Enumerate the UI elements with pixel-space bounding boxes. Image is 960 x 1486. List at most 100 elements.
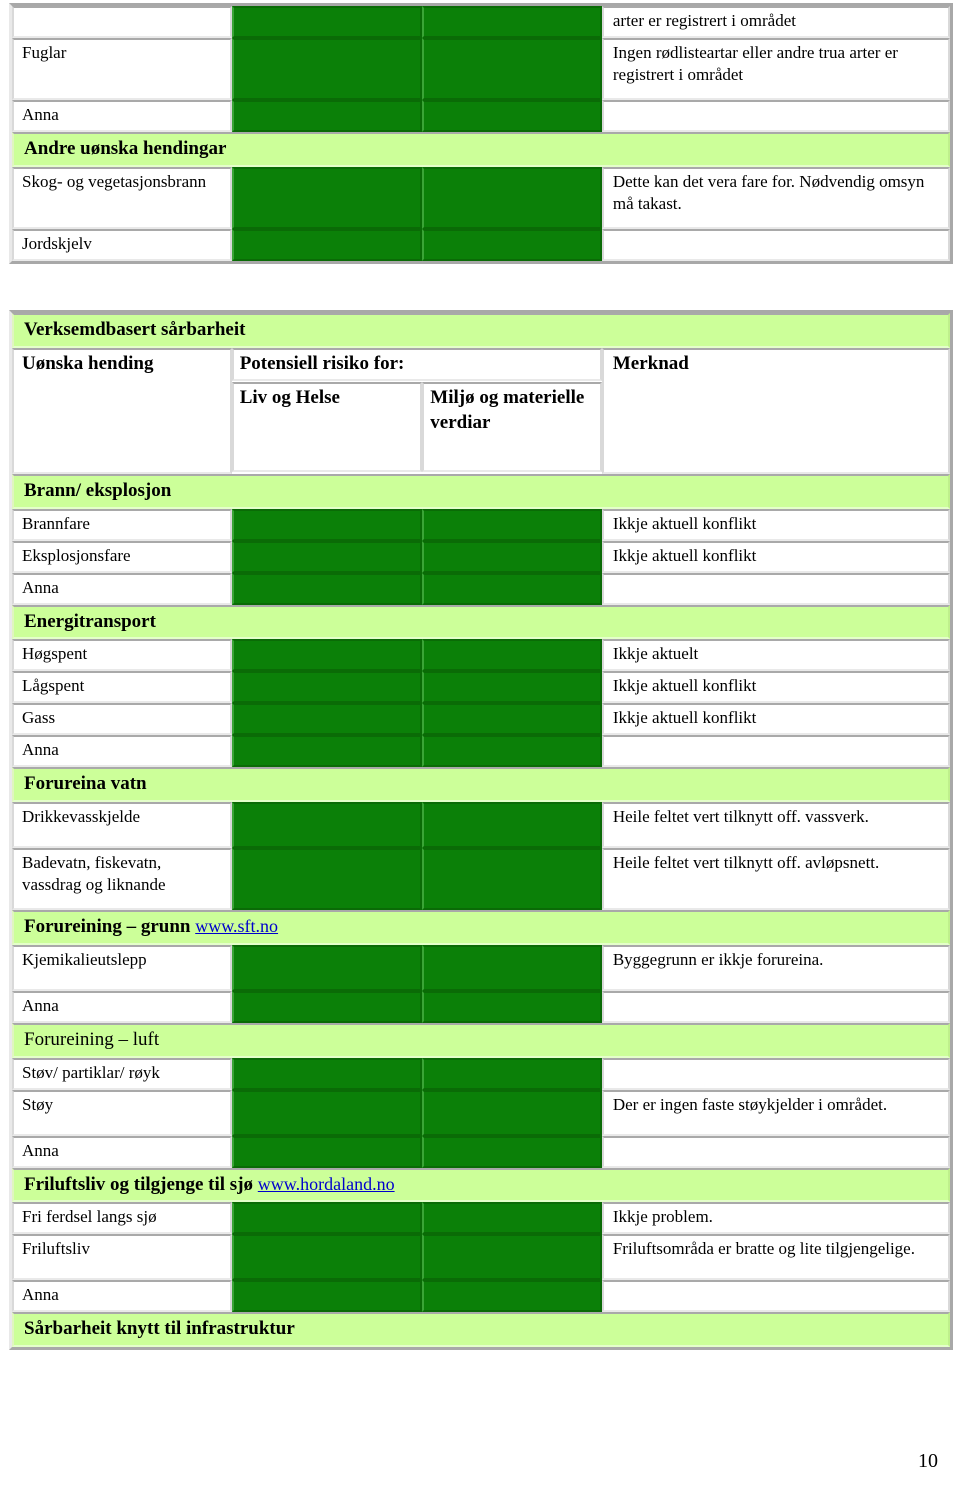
risk-marker-liv-og-helse: [231, 1089, 423, 1136]
merknad-text: Ingen rødlisteartar eller andre trua art…: [601, 38, 950, 100]
section-banner-row: Andre uønska hendingar: [12, 132, 950, 167]
risk-marker-miljo-materielle: [422, 572, 602, 605]
merknad-text: [601, 228, 950, 261]
merknad-text: Der er ingen faste støykjelder i området…: [601, 1089, 950, 1136]
risk-marker-liv-og-helse: [231, 703, 423, 736]
section-banner-row: Forureina vatn: [12, 767, 950, 802]
hending-label: Høgspent: [12, 639, 232, 672]
hending-label: Brannfare: [12, 508, 232, 541]
section-banner-label: Forureining – grunn: [24, 916, 191, 937]
risk-marker-liv-og-helse: [231, 6, 423, 38]
hending-label: Støv/ partiklar/ røyk: [12, 1057, 232, 1090]
table-row: Badevatn, fiskevatn, vassdrag og liknand…: [12, 848, 950, 910]
risk-marker-liv-og-helse: [231, 639, 423, 672]
external-link[interactable]: www.sft.no: [195, 916, 278, 936]
table-title-row: Verksemdbasert sårbarheit: [12, 313, 950, 348]
section-banner: Sårbarheit knytt til infrastruktur: [12, 1312, 950, 1347]
section-banner: Energitransport: [12, 604, 950, 640]
risk-marker-liv-og-helse: [231, 1202, 423, 1235]
section-banner-row: Friluftsliv og tilgjenge til sjø www.hor…: [12, 1167, 950, 1203]
merknad-text: Ikkje aktuelt: [601, 639, 950, 672]
risk-marker-miljo-materielle: [422, 1057, 602, 1090]
section-banner: Forureining – luft: [12, 1022, 950, 1058]
section-banner: Friluftsliv og tilgjenge til sjø www.hor…: [12, 1167, 950, 1203]
risk-marker-liv-og-helse: [231, 572, 423, 605]
section-banner-label: Energitransport: [24, 610, 156, 632]
section-banner: Forureina vatn: [12, 767, 950, 802]
merknad-text: [601, 990, 950, 1023]
hending-label: Jordskjelv: [12, 228, 232, 261]
table-row: Anna: [12, 990, 950, 1023]
col-header-uonska-hending: Uønska hending: [12, 347, 232, 474]
merknad-text: [601, 1135, 950, 1168]
table-row: Anna: [12, 735, 950, 768]
section-banner: Forureining – grunn www.sft.no: [12, 910, 950, 945]
risk-marker-miljo-materielle: [422, 228, 602, 261]
risk-marker-miljo-materielle: [422, 1135, 602, 1168]
risk-marker-liv-og-helse: [231, 508, 423, 541]
table-row: Drikkevasskjelde Heile feltet vert tilkny…: [12, 802, 950, 848]
section-banner: Andre uønska hendingar: [12, 132, 950, 167]
table-row: Anna: [12, 100, 950, 132]
hending-label: Friluftsliv: [12, 1234, 232, 1281]
risk-marker-miljo-materielle: [422, 38, 602, 100]
merknad-text: Heile feltet vert tilknytt off. vassverk…: [601, 802, 950, 848]
merknad-text: Byggegrunn er ikkje forureina.: [601, 944, 950, 991]
risk-marker-liv-og-helse: [231, 1057, 423, 1090]
risk-marker-miljo-materielle: [422, 703, 602, 736]
external-link[interactable]: www.hordaland.no: [258, 1174, 395, 1194]
hending-label: Støy: [12, 1089, 232, 1136]
risk-marker-liv-og-helse: [231, 848, 423, 910]
table-row: Gass Ikkje aktuell konflikt: [12, 703, 950, 736]
table-row: Brannfare Ikkje aktuell konflikt: [12, 508, 950, 541]
section-banner-row: Energitransport: [12, 604, 950, 640]
hending-label: Gass: [12, 703, 232, 736]
section-banner-label: Sårbarheit knytt til infrastruktur: [24, 1318, 295, 1340]
risk-marker-liv-og-helse: [231, 1234, 423, 1281]
section-banner: Brann/ eksplosjon: [12, 473, 950, 509]
hending-label: Skog- og vegetasjonsbrann: [12, 166, 232, 229]
table-row: Fuglar Ingen rødlisteartar eller andre tr…: [12, 38, 950, 100]
col-header-miljo-materielle-verdiar: Miljø og materielle verdiar: [422, 382, 602, 473]
merknad-text: Ikkje problem.: [601, 1202, 950, 1235]
risk-marker-liv-og-helse: [231, 1135, 423, 1168]
section-banner-label: Brann/ eksplosjon: [24, 479, 172, 501]
table-row: arter er registrert i området: [12, 6, 950, 38]
table-row: Støv/ partiklar/ røyk: [12, 1057, 950, 1090]
risk-marker-miljo-materielle: [422, 735, 602, 768]
risk-marker-liv-og-helse: [231, 735, 423, 768]
risk-marker-miljo-materielle: [422, 990, 602, 1023]
merknad-text: Ikkje aktuell konflikt: [601, 703, 950, 736]
section-banner-label: Forureining – luft: [24, 1028, 160, 1050]
risk-marker-liv-og-helse: [231, 944, 423, 991]
risk-marker-miljo-materielle: [422, 1280, 602, 1313]
merknad-text: arter er registrert i området: [601, 6, 950, 38]
risk-marker-miljo-materielle: [422, 6, 602, 38]
risk-marker-miljo-materielle: [422, 100, 602, 132]
table-row: Anna: [12, 1135, 950, 1168]
document-page: arter er registrert i området Fuglar Ingen…: [0, 0, 960, 1486]
table-row: Kjemikalieutslepp Byggegrunn er ikkje for…: [12, 944, 950, 991]
risk-marker-miljo-materielle: [422, 1202, 602, 1235]
merknad-text: [601, 100, 950, 132]
merknad-text: [601, 735, 950, 768]
section-banner-label: Forureina vatn: [24, 773, 147, 795]
risk-marker-miljo-materielle: [422, 639, 602, 672]
table-row: Anna: [12, 572, 950, 605]
col-header-merknad: Merknad: [601, 347, 950, 474]
table-row: Lågspent Ikkje aktuell konflikt: [12, 671, 950, 704]
col-header-liv-og-helse: Liv og Helse: [231, 382, 423, 473]
merknad-text: Heile feltet vert tilknytt off. avløpsne…: [601, 848, 950, 910]
risk-marker-liv-og-helse: [231, 671, 423, 704]
hending-label: Anna: [12, 1280, 232, 1313]
risk-marker-miljo-materielle: [422, 1089, 602, 1136]
merknad-text: Friluftsområda er bratte og lite tilgjen…: [601, 1234, 950, 1281]
hending-label: Badevatn, fiskevatn, vassdrag og liknand…: [12, 848, 232, 910]
table-row: Støy Der er ingen faste støykjelder i omr…: [12, 1089, 950, 1136]
hending-label: Fri ferdsel langs sjø: [12, 1202, 232, 1235]
risk-marker-miljo-materielle: [422, 848, 602, 910]
hending-label: Anna: [12, 100, 232, 132]
risk-marker-miljo-materielle: [422, 1234, 602, 1281]
hending-label: Anna: [12, 572, 232, 605]
merknad-text: Ikkje aktuell konflikt: [601, 508, 950, 541]
